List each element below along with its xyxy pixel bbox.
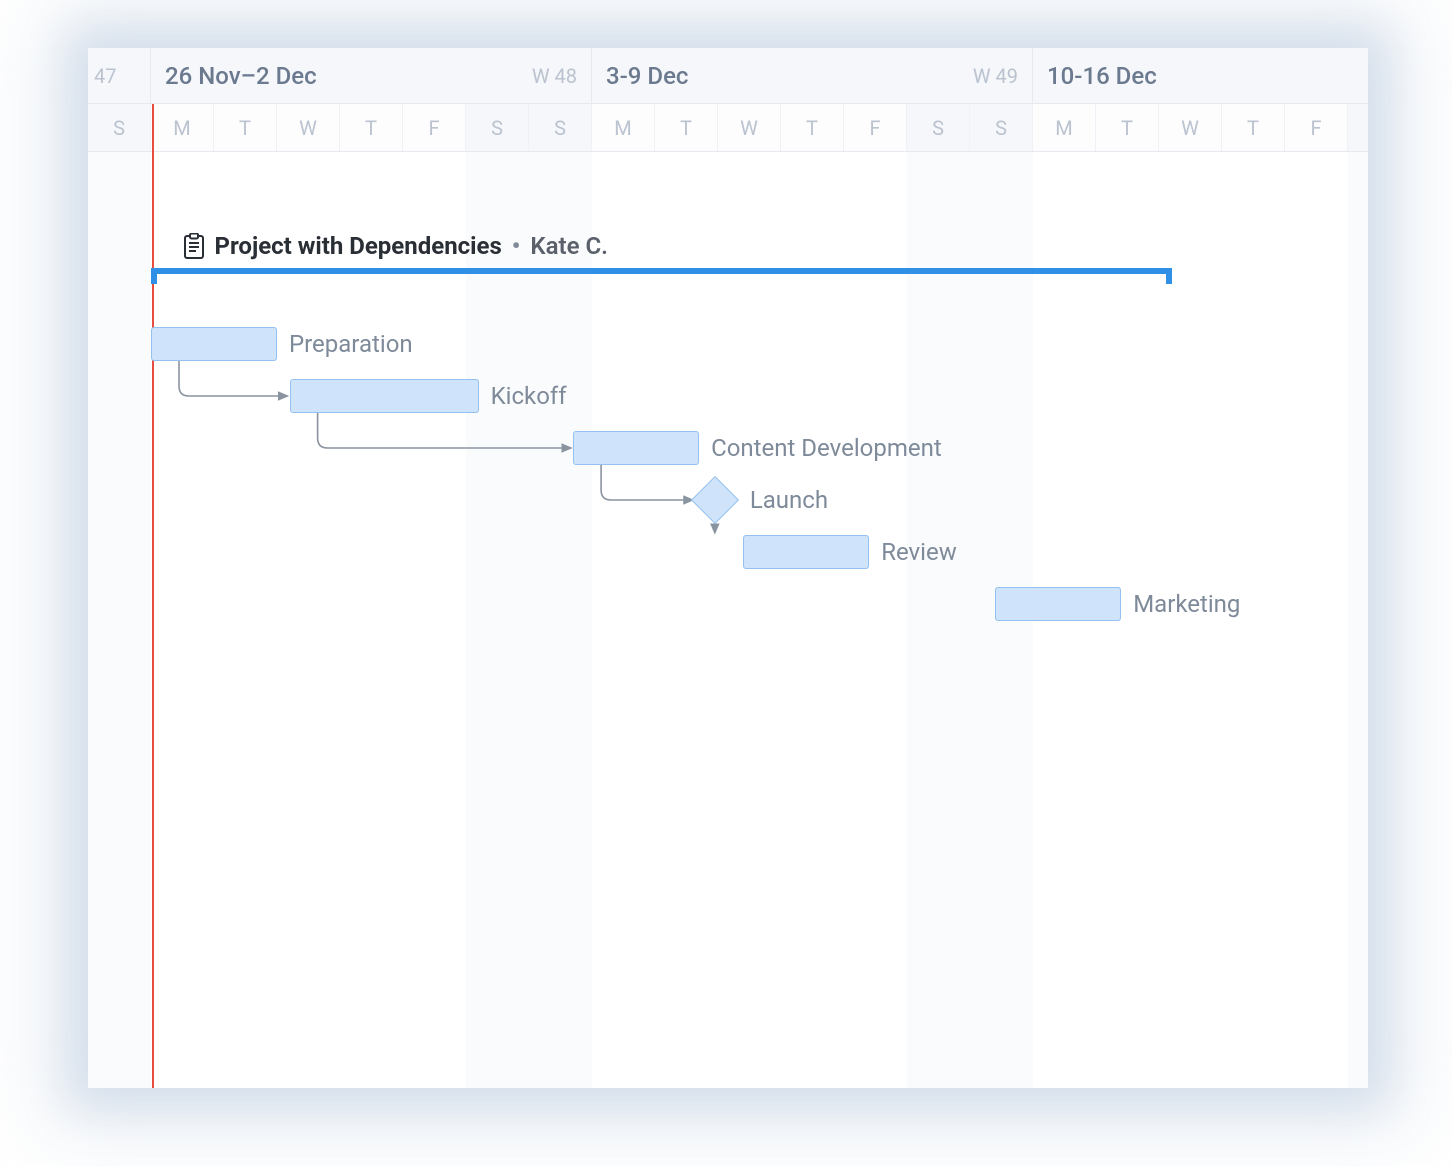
clipboard-icon bbox=[183, 233, 205, 259]
day-header-cell: F bbox=[1285, 104, 1348, 151]
day-header-cell: S bbox=[88, 104, 151, 151]
weekend-column bbox=[1348, 152, 1368, 1088]
week-header-cell: 47 bbox=[88, 48, 151, 103]
dependency-arrow bbox=[601, 465, 693, 500]
day-header-cell: T bbox=[1096, 104, 1159, 151]
weekend-column bbox=[907, 152, 970, 1088]
project-span-bar[interactable] bbox=[151, 268, 1172, 274]
separator-dot: • bbox=[512, 232, 521, 260]
weekend-column bbox=[529, 152, 592, 1088]
gantt-chart[interactable]: Project with Dependencies • Kate C. Prep… bbox=[88, 152, 1368, 1088]
day-header-cell: F bbox=[403, 104, 466, 151]
day-header-cell: M bbox=[151, 104, 214, 151]
week-number-label: 47 bbox=[94, 64, 116, 88]
project-name: Project with Dependencies bbox=[215, 232, 502, 260]
task-bar-preparation[interactable] bbox=[151, 327, 277, 361]
task-label: Kickoff bbox=[491, 382, 567, 410]
task-label: Content Development bbox=[711, 434, 942, 462]
task-label: Launch bbox=[750, 486, 828, 514]
day-header-cell: W bbox=[718, 104, 781, 151]
week-number-label: W 48 bbox=[532, 64, 577, 88]
day-header-cell: T bbox=[1222, 104, 1285, 151]
day-header-cell: S bbox=[1348, 104, 1368, 151]
weeks-header: 47 26 Nov–2 Dec W 48 3-9 Dec W 49 10-16 Dec bbox=[88, 48, 1368, 104]
task-bar-marketing[interactable] bbox=[995, 587, 1121, 621]
gantt-card: 47 26 Nov–2 Dec W 48 3-9 Dec W 49 10-16 Dec S… bbox=[88, 48, 1368, 1088]
day-header-cell: S bbox=[466, 104, 529, 151]
week-range-label: 10-16 Dec bbox=[1047, 62, 1157, 90]
day-header-cell: S bbox=[970, 104, 1033, 151]
week-header-cell: 3-9 Dec W 49 bbox=[592, 48, 1033, 103]
week-range-label: 26 Nov–2 Dec bbox=[165, 62, 317, 90]
project-owner: Kate C. bbox=[530, 232, 608, 260]
days-header: SMTWTFSSMTWTFSSMTWTFS bbox=[88, 104, 1368, 152]
day-header-cell: T bbox=[655, 104, 718, 151]
day-header-cell: T bbox=[781, 104, 844, 151]
task-label: Marketing bbox=[1133, 590, 1240, 618]
day-header-cell: T bbox=[340, 104, 403, 151]
task-bar-content[interactable] bbox=[573, 431, 699, 465]
day-header-cell: M bbox=[592, 104, 655, 151]
week-header-cell: 26 Nov–2 Dec W 48 bbox=[151, 48, 592, 103]
task-bar-review[interactable] bbox=[743, 535, 869, 569]
day-header-cell: W bbox=[277, 104, 340, 151]
task-label: Review bbox=[881, 538, 957, 566]
day-header-cell: M bbox=[1033, 104, 1096, 151]
today-indicator bbox=[152, 152, 154, 1088]
dependency-arrow bbox=[179, 361, 288, 396]
week-number-label: W 49 bbox=[973, 64, 1018, 88]
dependency-lines bbox=[88, 152, 1368, 1088]
day-header-cell: F bbox=[844, 104, 907, 151]
week-range-label: 3-9 Dec bbox=[606, 62, 688, 90]
weekend-column bbox=[88, 152, 151, 1088]
task-bar-kickoff[interactable] bbox=[290, 379, 479, 413]
day-header-cell: T bbox=[214, 104, 277, 151]
milestone-launch[interactable] bbox=[698, 483, 732, 517]
weekend-column bbox=[466, 152, 529, 1088]
project-header[interactable]: Project with Dependencies • Kate C. bbox=[183, 232, 608, 260]
day-header-cell: S bbox=[907, 104, 970, 151]
today-indicator bbox=[152, 104, 154, 152]
task-label: Preparation bbox=[289, 330, 413, 358]
week-header-cell: 10-16 Dec bbox=[1033, 48, 1368, 103]
day-header-cell: S bbox=[529, 104, 592, 151]
day-header-cell: W bbox=[1159, 104, 1222, 151]
